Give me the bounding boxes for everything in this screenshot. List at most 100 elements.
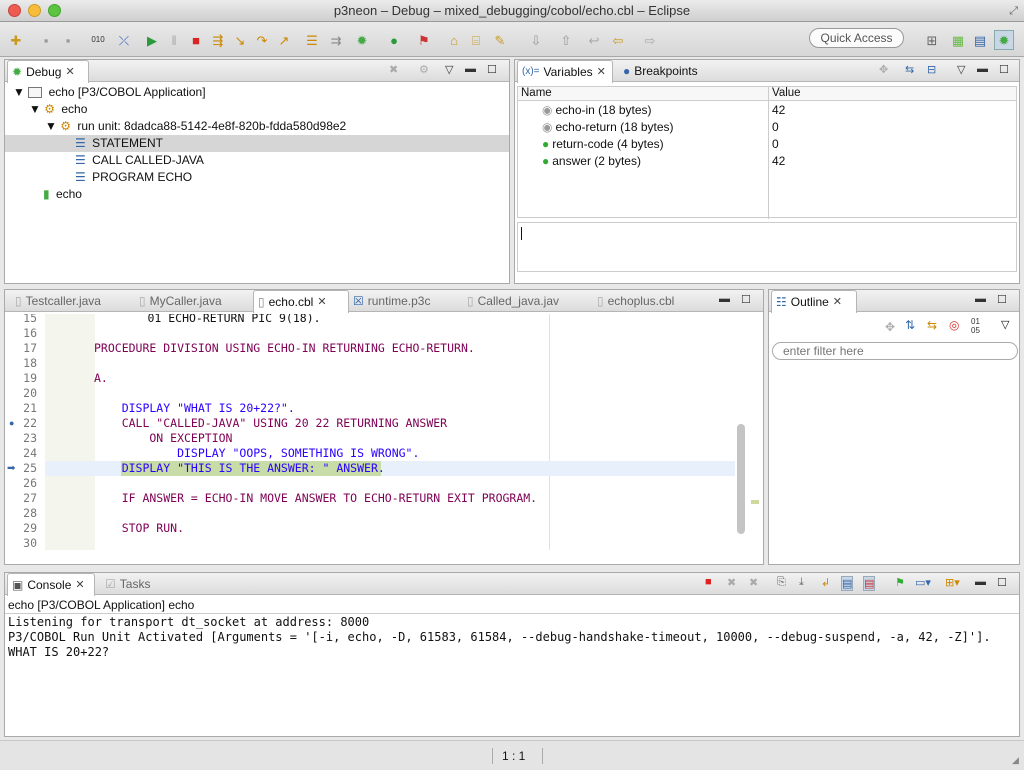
- console-output[interactable]: Listening for transport dt_socket at add…: [8, 615, 991, 660]
- tree-item-launch[interactable]: ▼ echo [P3/COBOL Application]: [5, 84, 509, 101]
- maximize-icon[interactable]: ☐: [999, 63, 1009, 76]
- chevron-down-icon[interactable]: ▽: [1001, 318, 1009, 331]
- suspend-icon[interactable]: ‖: [164, 30, 184, 50]
- tab-debug[interactable]: ✹ Debug ✕: [7, 60, 89, 83]
- minimize-icon[interactable]: ▬: [719, 293, 730, 305]
- quick-access-input[interactable]: Quick Access: [809, 28, 904, 48]
- tab-tasks[interactable]: ☑ Tasks: [101, 573, 150, 595]
- tab-called-java[interactable]: ▯ Called_java.jav: [463, 290, 559, 312]
- column-value[interactable]: Value: [772, 87, 801, 100]
- tab-console[interactable]: ▣ Console ✕: [7, 573, 95, 596]
- overview-ruler-marker[interactable]: [751, 500, 759, 504]
- close-icon[interactable]: ✕: [317, 291, 326, 313]
- minimize-icon[interactable]: ▬: [975, 293, 986, 305]
- expand-arrow-icon[interactable]: ▼: [45, 119, 57, 133]
- minimize-icon[interactable]: ▬: [977, 63, 988, 75]
- open-type-icon[interactable]: ⌂: [444, 30, 464, 50]
- outline-filter-input[interactable]: [772, 342, 1018, 360]
- expand-arrow-icon[interactable]: ▼: [13, 85, 25, 99]
- minimize-icon[interactable]: ▬: [465, 63, 476, 75]
- tab-runtime[interactable]: ☒ runtime.p3c: [349, 290, 430, 312]
- debug-icon[interactable]: ✹: [352, 30, 372, 50]
- expand-arrow-icon[interactable]: ▼: [29, 102, 41, 116]
- word-wrap-icon[interactable]: ↲: [821, 576, 830, 589]
- resize-grip-icon[interactable]: ◢: [1012, 755, 1019, 766]
- tree-item-process[interactable]: ▼ ⚙ echo: [5, 101, 509, 118]
- show-on-stderr-icon[interactable]: ▤: [863, 576, 876, 591]
- skip-breakpoints-icon[interactable]: ⤫: [114, 30, 134, 50]
- save-icon[interactable]: ▪: [36, 30, 56, 50]
- layout-icon[interactable]: ⊟: [927, 63, 936, 76]
- external-tools-icon[interactable]: ⚑: [414, 30, 434, 50]
- brush-icon[interactable]: ✎: [490, 30, 510, 50]
- tab-testcaller[interactable]: ▯ Testcaller.java: [11, 290, 101, 312]
- tab-breakpoints[interactable]: ● Breakpoints: [619, 60, 698, 82]
- back-icon[interactable]: ⇦: [608, 30, 628, 50]
- tree-item-statement[interactable]: ☰ STATEMENT: [5, 135, 509, 152]
- tree-item-program[interactable]: ☰ PROGRAM ECHO: [5, 169, 509, 186]
- column-name[interactable]: Name: [521, 87, 552, 100]
- tree-item-echo-process[interactable]: ▮ echo: [5, 186, 509, 203]
- maximize-icon[interactable]: ☐: [741, 293, 751, 306]
- chevron-down-icon[interactable]: ▽: [445, 63, 453, 76]
- resume-icon[interactable]: ▶: [142, 30, 162, 50]
- code-area[interactable]: 15 01 ECHO-RETURN PIC 9(18). 16 17 PROCED…: [5, 314, 735, 550]
- tree-item-run-unit[interactable]: ▼ ⚙ run unit: 8dadca88-5142-4e8f-820b-fd…: [5, 118, 509, 135]
- open-folder-icon[interactable]: ⌸: [466, 30, 486, 50]
- link-editor-icon[interactable]: ⇆: [927, 318, 937, 332]
- pin-console-icon[interactable]: ⚑: [895, 576, 905, 589]
- chevron-down-icon[interactable]: ▽: [957, 63, 965, 76]
- clear-console-icon[interactable]: ⎘: [777, 576, 786, 589]
- variable-row[interactable]: ◉ echo-return (18 bytes) 0: [518, 119, 1016, 136]
- variable-detail-pane[interactable]: [517, 222, 1017, 272]
- binary-icon[interactable]: 010: [88, 30, 108, 50]
- new-icon[interactable]: ✚: [6, 30, 26, 50]
- previous-annotation-icon[interactable]: ⇧: [556, 30, 576, 50]
- show-on-stdout-icon[interactable]: ▤: [841, 576, 854, 591]
- hide-fields-icon[interactable]: ✥: [885, 320, 895, 334]
- close-icon[interactable]: ✕: [597, 61, 606, 83]
- breakpoint-icon[interactable]: ●: [9, 418, 14, 428]
- maximize-icon[interactable]: ☐: [487, 63, 497, 76]
- tab-mycaller[interactable]: ▯ MyCaller.java: [135, 290, 222, 312]
- forward-icon[interactable]: ⇨: [640, 30, 660, 50]
- terminate-icon[interactable]: ■: [705, 576, 712, 588]
- zoom-window-button[interactable]: [48, 4, 61, 17]
- show-type-names-icon[interactable]: ✥: [879, 63, 888, 76]
- display-console-icon[interactable]: ▭▾: [915, 576, 931, 589]
- collapse-all-icon[interactable]: ⇆: [905, 63, 914, 76]
- scroll-lock-icon[interactable]: ⤓: [799, 576, 804, 589]
- step-filter-icon[interactable]: ⇉: [326, 30, 346, 50]
- close-icon[interactable]: ✕: [65, 61, 74, 83]
- tab-echo-cbl[interactable]: ▯ echo.cbl ✕: [253, 290, 349, 313]
- remove-launch-icon[interactable]: ✖: [727, 576, 736, 589]
- maximize-icon[interactable]: ☐: [997, 576, 1007, 589]
- variable-row[interactable]: ● answer (2 bytes) 42: [518, 153, 1016, 170]
- maximize-icon[interactable]: ☐: [997, 293, 1007, 306]
- fullscreen-icon[interactable]: ⤢: [1009, 0, 1018, 22]
- tab-outline[interactable]: ☷ Outline ✕: [771, 290, 857, 313]
- cobol-perspective-icon[interactable]: ▦: [948, 30, 968, 50]
- variable-row[interactable]: ◉ echo-in (18 bytes) 42: [518, 102, 1016, 119]
- target-icon[interactable]: ◎: [949, 318, 959, 332]
- minimize-icon[interactable]: ▬: [975, 576, 986, 588]
- tab-echoplus[interactable]: ▯ echoplus.cbl: [593, 290, 674, 312]
- run-icon[interactable]: ●: [384, 30, 404, 50]
- editor-scrollbar[interactable]: [737, 424, 745, 534]
- variable-row[interactable]: ● return-code (4 bytes) 0: [518, 136, 1016, 153]
- remove-all-terminated-icon[interactable]: ✖: [749, 576, 758, 589]
- sort-by-level-icon[interactable]: 01 05: [971, 317, 980, 335]
- drop-to-frame-icon[interactable]: ☰: [302, 30, 322, 50]
- tree-item-call[interactable]: ☰ CALL CALLED-JAVA: [5, 152, 509, 169]
- next-annotation-icon[interactable]: ⇩: [526, 30, 546, 50]
- minimize-window-button[interactable]: [28, 4, 41, 17]
- last-edit-icon[interactable]: ↩: [584, 30, 604, 50]
- debug-perspective-icon[interactable]: ✹: [994, 30, 1014, 50]
- java-perspective-icon[interactable]: ▤: [970, 30, 990, 50]
- open-console-icon[interactable]: ⊞▾: [945, 576, 960, 589]
- terminate-icon[interactable]: ■: [186, 30, 206, 50]
- open-perspective-icon[interactable]: ⊞: [922, 30, 942, 50]
- close-window-button[interactable]: [8, 4, 21, 17]
- save-all-icon[interactable]: ▪: [58, 30, 78, 50]
- step-into-icon[interactable]: ↘: [230, 30, 250, 50]
